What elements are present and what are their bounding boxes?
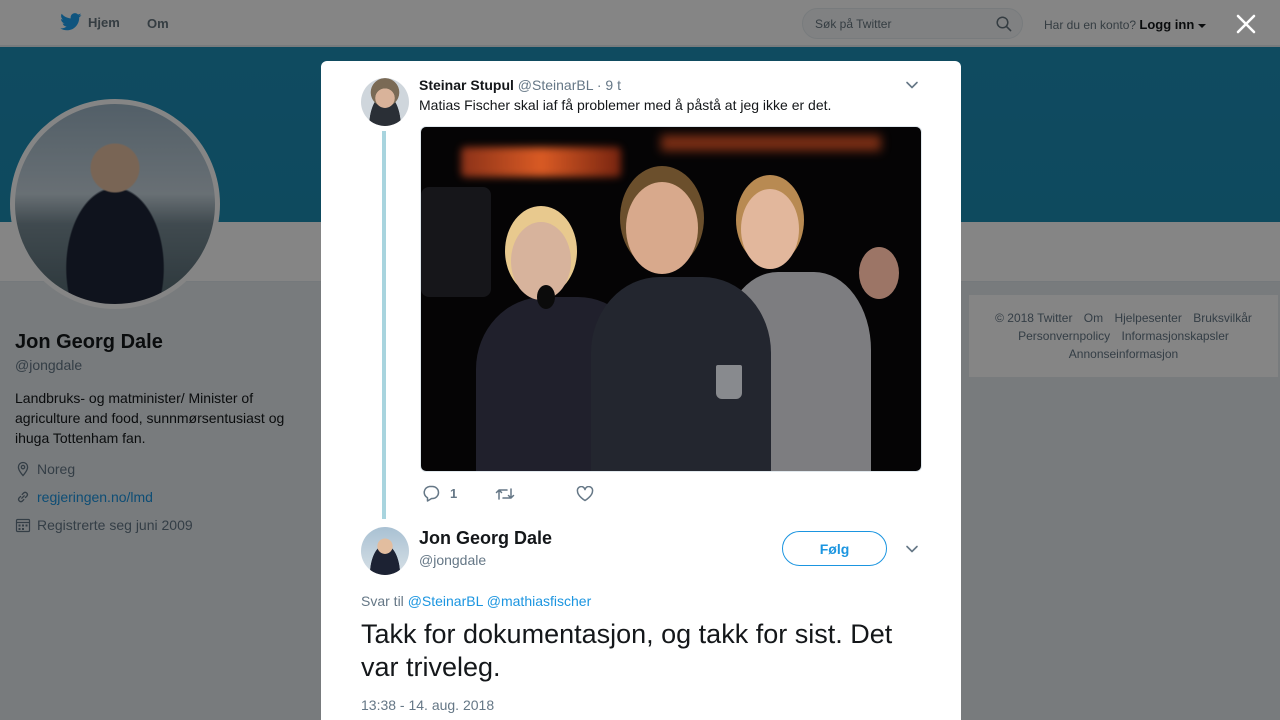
parent-tweet-text: Matias Fischer skal iaf få problemer med… [419,97,832,113]
reply-prefix: Svar til [361,593,404,609]
main-tweet-text: Takk for dokumentasjon, og takk for sist… [361,619,893,682]
main-tweet-avatar[interactable] [361,527,409,575]
retweet-action[interactable] [495,486,515,502]
main-tweet-handle[interactable]: @jongdale [419,552,486,568]
main-tweet-timestamp[interactable]: 13:38 - 14. aug. 2018 [361,697,494,713]
parent-tweet-handle[interactable]: @SteinarBL [518,77,593,93]
thread-line [382,131,386,519]
parent-tweet-header: Steinar Stupul @SteinarBL · 9 t [419,77,621,93]
mention-mathiasfischer[interactable]: @mathiasfischer [487,593,591,609]
tweet-modal: Steinar Stupul @SteinarBL · 9 t Matias F… [321,61,961,720]
main-tweet-chevron-down-icon[interactable] [905,542,919,556]
follow-button[interactable]: Følg [782,531,887,566]
parent-tweet-avatar[interactable] [361,78,409,126]
heart-icon [576,485,594,501]
reply-icon [423,485,440,502]
retweet-icon [495,487,515,500]
mention-steinarbl[interactable]: @SteinarBL [408,593,483,609]
close-icon[interactable] [1234,12,1258,36]
parent-tweet-actions: 1 [422,485,594,502]
parent-tweet-time[interactable]: · 9 t [597,77,621,93]
tweet-photo[interactable] [420,126,922,472]
reply-context: Svar til @SteinarBL @mathiasfischer [361,593,591,609]
main-tweet-name[interactable]: Jon Georg Dale [419,528,552,549]
reply-count: 1 [450,486,458,501]
reply-action[interactable]: 1 [422,485,457,502]
like-action[interactable] [576,485,594,502]
parent-tweet-name[interactable]: Steinar Stupul [419,77,514,93]
parent-tweet-chevron-down-icon[interactable] [905,78,919,92]
